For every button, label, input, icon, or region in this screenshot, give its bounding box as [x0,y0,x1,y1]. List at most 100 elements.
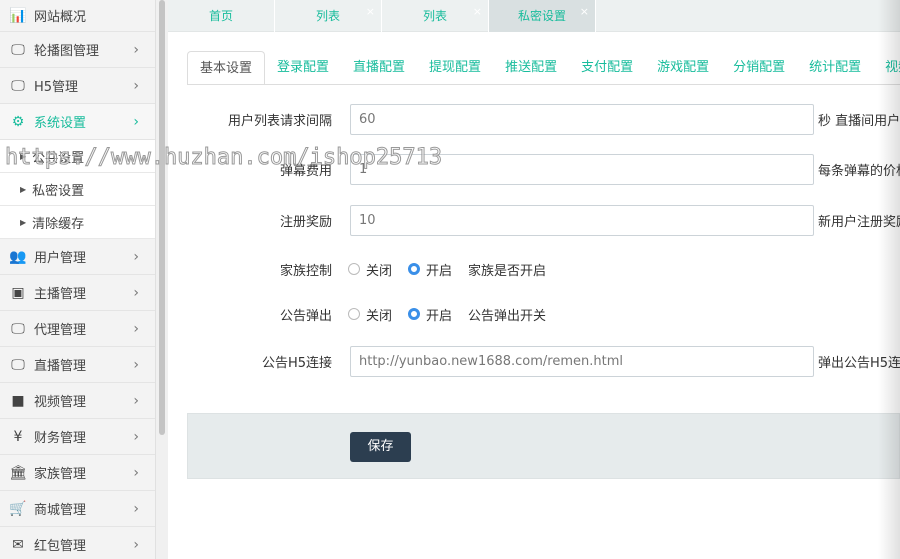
sidebar-sub-private[interactable]: ▶ 私密设置 [0,173,155,206]
sidebar-item-mall[interactable]: 🛒 商城管理 › [0,491,155,527]
chevron-right-icon: › [133,356,139,373]
bar-chart-icon: 📊 [9,7,27,24]
notice-off-radio[interactable] [348,308,360,320]
chevron-right-icon: › [133,77,139,94]
tab-label: 列表 [422,9,447,23]
users-icon: 👥 [9,248,27,265]
chevron-right-icon: › [133,320,139,337]
close-icon[interactable]: × [366,0,375,28]
gears-icon: ⚙ [11,113,25,130]
sidebar-sub-label: 公共设置 [32,150,85,166]
tab-distribution[interactable]: 分销配置 [721,51,797,84]
form-row-family: 家族控制 关闭 开启 家族是否开启 [168,254,900,284]
monitor-icon: 🖵 [11,356,25,373]
barrage-fee-input[interactable]: 1 [350,153,814,185]
sidebar-item-family[interactable]: 🏛 家族管理 › [0,455,155,491]
page-tabs: 首页 列表 × 列表 × 私密设置 × [168,0,900,32]
form-row-h5link: 公告H5连接 http://yunbao.new1688.com/remen.h… [168,345,900,377]
sidebar-item-label: 系统设置 [34,116,87,131]
notice-on-radio[interactable] [408,308,421,320]
tab-private-settings[interactable]: 私密设置 × [489,0,596,32]
sidebar-item-anchors[interactable]: ▣ 主播管理 › [0,275,155,311]
badge-icon: ▣ [11,284,25,301]
sidebar-sub-public[interactable]: ▶ 公共设置 [0,140,155,173]
tab-live[interactable]: 直播配置 [341,51,417,84]
form-row-barrage: 弹幕费用 1 每条弹幕的价格 [168,153,900,185]
tab-list-2[interactable]: 列表 × [382,0,489,32]
field-label: 公告H5连接 [261,355,332,371]
form-row-notice: 公告弹出 关闭 开启 公告弹出开关 [168,299,900,329]
settings-tabs: 基本设置 登录配置 直播配置 提现配置 推送配置 支付配置 游戏配置 分销配置 … [187,51,900,85]
tab-withdraw[interactable]: 提现配置 [417,51,493,84]
tab-basic[interactable]: 基本设置 [187,51,266,84]
field-label: 弹幕费用 [279,163,332,179]
sidebar-item-finance[interactable]: ¥ 财务管理 › [0,419,155,455]
sidebar-item-video[interactable]: ■ 视频管理 › [0,383,155,419]
monitor-icon: 🖵 [11,41,25,58]
sidebar-item-live[interactable]: 🖵 直播管理 › [0,347,155,383]
sidebar-sub-cache[interactable]: ▶ 清除缓存 [0,206,155,239]
radio-label: 关闭 [366,263,393,279]
tab-label: 首页 [208,9,233,23]
sidebar-item-label: 主播管理 [34,287,87,302]
chevron-right-icon: › [133,41,139,58]
sidebar-item-label: 财务管理 [34,431,87,446]
tab-label: 列表 [315,9,340,23]
tab-login[interactable]: 登录配置 [265,51,341,84]
sidebar-item-label: 家族管理 [34,467,87,482]
interval-input[interactable]: 60 [350,103,814,135]
sidebar-item-users[interactable]: 👥 用户管理 › [0,239,155,275]
tab-statistics[interactable]: 统计配置 [797,51,873,84]
edge-shadow [878,0,900,559]
radio-label: 开启 [426,263,453,279]
close-icon[interactable]: × [580,0,589,28]
scrollbar-thumb[interactable] [159,0,165,435]
field-note: 家族是否开启 [468,263,547,279]
chevron-right-icon: › [133,392,139,409]
sidebar-item-system[interactable]: ⚙ 系统设置 › [0,104,155,140]
monitor-icon: 🖵 [11,77,25,94]
chevron-right-icon: › [133,500,139,517]
radio-label: 开启 [426,308,453,324]
sidebar-item-label: 用户管理 [34,251,87,266]
sidebar-item-h5[interactable]: 🖵 H5管理 › [0,68,155,104]
chevron-right-icon: › [133,284,139,301]
sidebar-item-overview[interactable]: 📊 网站概况 [0,0,155,32]
field-label: 家族控制 [279,263,332,279]
form-row-interval: 用户列表请求间隔 60 秒 直播间用户列 [168,103,900,135]
field-label: 用户列表请求间隔 [227,113,332,129]
sidebar-item-label: 红包管理 [34,539,87,554]
tab-label: 私密设置 [517,9,566,23]
chevron-right-icon: › [133,428,139,445]
cart-icon: 🛒 [9,500,27,517]
family-off-radio[interactable] [348,263,360,275]
sidebar-item-carousel[interactable]: 🖵 轮播图管理 › [0,32,155,68]
h5-link-input[interactable]: http://yunbao.new1688.com/remen.html [350,345,814,377]
close-icon[interactable]: × [473,0,482,28]
radio-label: 关闭 [366,308,393,324]
sidebar-scrollbar[interactable] [155,0,168,559]
tab-payment[interactable]: 支付配置 [569,51,645,84]
sidebar-item-label: 代理管理 [34,323,87,338]
tab-push[interactable]: 推送配置 [493,51,569,84]
register-reward-input[interactable]: 10 [350,204,814,236]
sidebar-item-label: 视频管理 [34,395,87,410]
sidebar-item-redpacket[interactable]: ✉ 红包管理 › [0,527,155,559]
main-content: 首页 列表 × 列表 × 私密设置 × 基本设置 登录配置 直播配置 提现配置 推送配… [168,0,900,559]
monitor-icon: 🖵 [11,320,25,337]
tab-game[interactable]: 游戏配置 [645,51,721,84]
chevron-right-icon: › [133,464,139,481]
form-row-reward: 注册奖励 10 新用户注册奖励 [168,204,900,236]
video-camera-icon: ■ [11,392,25,409]
sidebar-item-label: 直播管理 [34,359,87,374]
sidebar-item-agents[interactable]: 🖵 代理管理 › [0,311,155,347]
tab-list-1[interactable]: 列表 × [275,0,382,32]
family-on-radio[interactable] [408,263,421,275]
caret-right-icon: ▶ [20,184,27,194]
chevron-right-icon: › [133,536,139,553]
field-label: 公告弹出 [279,308,332,324]
tab-home[interactable]: 首页 [168,0,275,32]
envelope-icon: ✉ [12,536,24,553]
save-button[interactable]: 保存 [350,432,411,462]
sidebar-sub-label: 清除缓存 [32,216,85,232]
